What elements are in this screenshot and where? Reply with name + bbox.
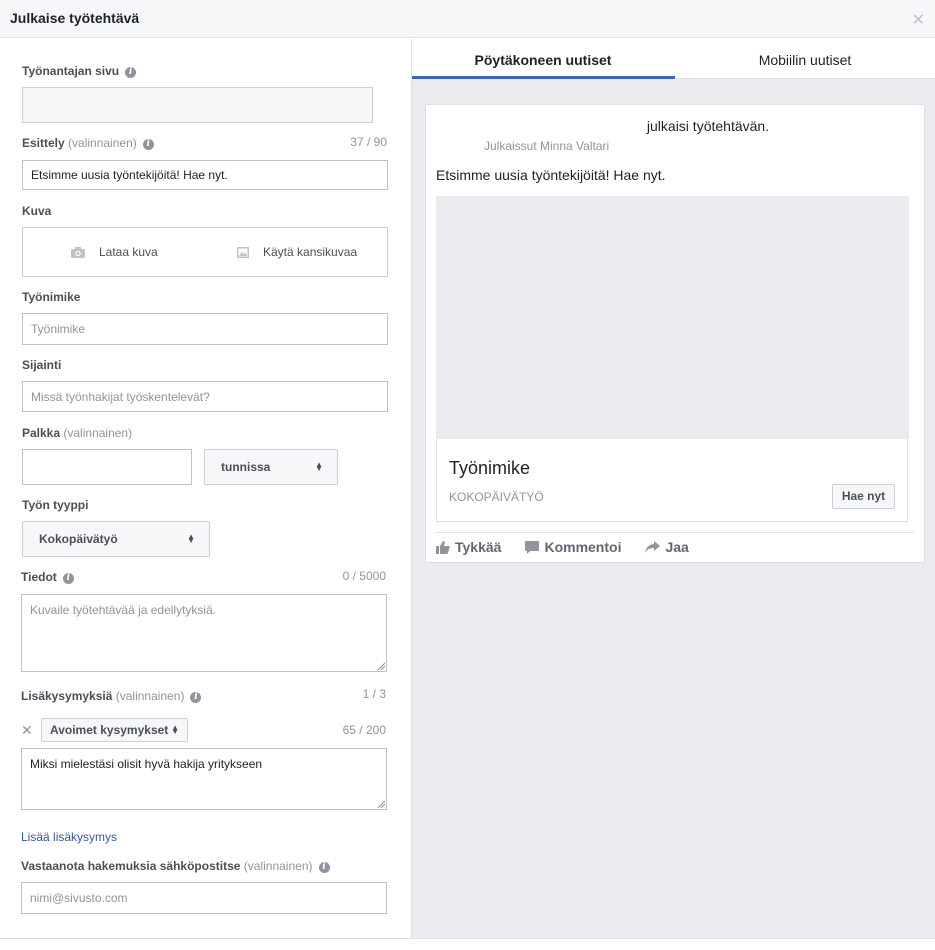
like-label: Tykkää	[455, 539, 502, 555]
share-button[interactable]: Jaa	[645, 539, 689, 555]
apply-now-button[interactable]: Hae nyt	[832, 484, 895, 509]
resize-grip-icon[interactable]	[377, 662, 385, 670]
job-type-preview: KOKOPÄIVÄTYÖ	[449, 490, 544, 504]
comment-button[interactable]: Kommentoi	[525, 539, 621, 555]
comment-label: Kommentoi	[544, 539, 622, 555]
close-icon[interactable]: ✕	[912, 10, 925, 30]
info-icon[interactable]: i	[125, 67, 137, 78]
info-icon[interactable]: i	[318, 862, 330, 873]
optional-tag: (valinnainen)	[63, 426, 133, 440]
intro-label-text: Esittely	[22, 136, 65, 150]
share-icon	[645, 541, 661, 553]
image-icon	[237, 246, 249, 258]
post-message: Etsimme uusia työntekijöitä! Hae nyt.	[436, 167, 666, 183]
photo-box: Lataa kuva Käytä kansikuvaa	[22, 227, 388, 277]
post-preview-card: julkaisi työtehtävän. Julkaissut Minna V…	[425, 104, 925, 563]
question-text: Miksi mielestäsi olisit hyvä hakija yrit…	[30, 757, 263, 771]
email-label-text: Vastaanota hakemuksia sähköpostitse	[21, 859, 241, 873]
location-input[interactable]: Missä työnhakijat työskentelevät?	[22, 381, 388, 412]
optional-tag: (valinnainen)	[243, 859, 313, 873]
details-counter: 0 / 5000	[342, 569, 386, 583]
email-placeholder: nimi@sivusto.com	[30, 891, 128, 905]
intro-label: Esittely (valinnainen) i	[22, 136, 154, 150]
remove-question-icon[interactable]: ✕	[21, 722, 33, 739]
preview-tabs: Pöytäkoneen uutiset Mobiilin uutiset	[412, 39, 935, 79]
optional-tag: (valinnainen)	[115, 689, 185, 703]
select-arrows-icon: ▲ ▼	[187, 532, 195, 545]
job-title-preview: Työnimike	[449, 458, 531, 478]
resize-grip-icon[interactable]	[377, 800, 385, 808]
camera-icon	[71, 246, 85, 258]
salary-input[interactable]	[22, 449, 192, 485]
job-title-placeholder: Työnimike	[31, 322, 86, 336]
post-action-text: julkaisi työtehtävän.	[646, 118, 770, 134]
use-cover-button[interactable]: Käytä kansikuvaa	[237, 245, 357, 259]
details-textarea[interactable]: Kuvaile työtehtävää ja edellytyksiä.	[21, 594, 387, 672]
question-type-select[interactable]: Avoimet kysymykset ▲ ▼	[41, 718, 188, 742]
upload-photo-button[interactable]: Lataa kuva	[71, 245, 158, 259]
comment-icon	[525, 540, 540, 554]
job-type-select[interactable]: Kokopäivätyö ▲ ▼	[22, 521, 210, 557]
preview-panel: Pöytäkoneen uutiset Mobiilin uutiset jul…	[411, 39, 935, 939]
optional-tag: (valinnainen)	[68, 136, 137, 150]
job-attachment[interactable]: Työnimike KOKOPÄIVÄTYÖ Hae nyt	[436, 438, 908, 522]
details-placeholder: Kuvaile työtehtävää ja edellytyksiä.	[30, 603, 217, 617]
upload-photo-label: Lataa kuva	[99, 245, 158, 259]
salary-label-text: Palkka	[22, 426, 61, 440]
share-label: Jaa	[665, 539, 689, 555]
info-icon[interactable]: i	[142, 139, 154, 150]
info-icon[interactable]: i	[62, 573, 74, 584]
page-label: Työnantajan sivu i	[22, 64, 137, 78]
job-type-value: Kokopäivätyö	[39, 532, 118, 546]
salary-label: Palkka (valinnainen)	[22, 426, 132, 440]
dialog-header: Julkaise työtehtävä ✕	[0, 0, 935, 38]
job-title-label: Työnimike	[22, 290, 81, 304]
reactions-bar: Tykkää Kommentoi Jaa	[436, 539, 713, 555]
dialog-footer-border	[0, 938, 935, 939]
salary-period-value: tunnissa	[221, 460, 271, 474]
page-field[interactable]	[22, 87, 373, 123]
post-byline: Julkaissut Minna Valtari	[484, 139, 610, 153]
salary-period-select[interactable]: tunnissa ▲ ▼	[204, 449, 338, 485]
tab-desktop-label: Pöytäkoneen uutiset	[474, 52, 612, 68]
reactions-divider	[436, 532, 914, 533]
info-icon[interactable]: i	[190, 692, 202, 703]
details-label: Tiedot i	[21, 570, 74, 584]
details-label-text: Tiedot	[21, 570, 57, 584]
question-counter: 65 / 200	[342, 723, 386, 737]
tab-mobile-feed[interactable]: Mobiilin uutiset	[674, 39, 935, 79]
form-panel: Työnantajan sivu i Esittely (valinnainen)…	[0, 39, 411, 939]
use-cover-label: Käytä kansikuvaa	[263, 245, 358, 259]
tab-desktop-feed[interactable]: Pöytäkoneen uutiset	[412, 39, 675, 79]
tab-mobile-label: Mobiilin uutiset	[758, 52, 852, 68]
question-type-value: Avoimet kysymykset	[50, 723, 169, 737]
question-textarea[interactable]: Miksi mielestäsi olisit hyvä hakija yrit…	[21, 748, 387, 810]
questions-label: Lisäkysymyksiä (valinnainen) i	[21, 689, 202, 703]
email-input[interactable]: nimi@sivusto.com	[21, 882, 387, 914]
intro-value: Etsimme uusia työntekijöitä! Hae nyt.	[31, 168, 228, 182]
page-label-text: Työnantajan sivu	[22, 64, 120, 78]
post-image-placeholder	[436, 196, 909, 439]
questions-counter: 1 / 3	[362, 687, 386, 701]
questions-label-text: Lisäkysymyksiä	[21, 689, 113, 703]
intro-counter: 37 / 90	[350, 135, 387, 149]
thumbs-up-icon	[436, 540, 450, 554]
location-placeholder: Missä työnhakijat työskentelevät?	[31, 389, 210, 404]
like-button[interactable]: Tykkää	[436, 539, 501, 555]
email-label: Vastaanota hakemuksia sähköpostitse (val…	[21, 859, 330, 873]
dialog-title: Julkaise työtehtävä	[10, 10, 140, 26]
select-arrows-icon: ▲ ▼	[171, 723, 179, 736]
job-title-input[interactable]: Työnimike	[22, 313, 388, 345]
job-type-label: Työn tyyppi	[22, 498, 89, 512]
intro-input[interactable]: Etsimme uusia työntekijöitä! Hae nyt.	[22, 160, 388, 190]
location-label: Sijainti	[22, 358, 62, 372]
add-question-link[interactable]: Lisää lisäkysymys	[21, 830, 117, 844]
select-arrows-icon: ▲ ▼	[315, 460, 323, 473]
photo-label: Kuva	[22, 204, 52, 218]
